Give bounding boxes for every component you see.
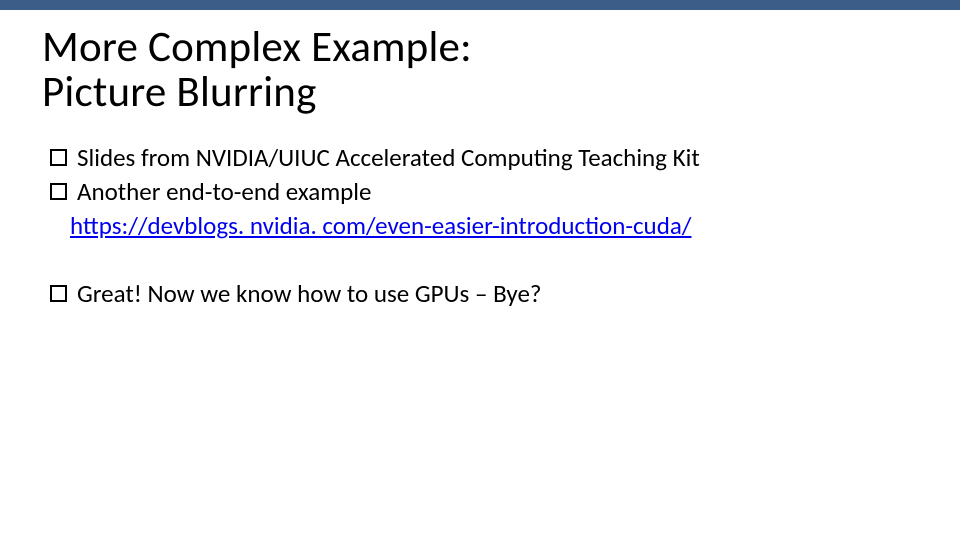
slide: More Complex Example: Picture Blurring S… (0, 0, 960, 540)
square-bullet-icon (50, 149, 67, 166)
reference-link[interactable]: https://devblogs. nvidia. com/even-easie… (50, 210, 920, 242)
spacer (50, 242, 920, 278)
square-bullet-icon (50, 183, 67, 200)
bullet-text: Great! Now we know how to use GPUs – Bye… (77, 278, 920, 310)
slide-title: More Complex Example: Picture Blurring (0, 10, 960, 114)
top-accent-bar (0, 0, 960, 10)
bullet-item: Slides from NVIDIA/UIUC Accelerated Comp… (50, 142, 920, 174)
slide-body: Slides from NVIDIA/UIUC Accelerated Comp… (0, 114, 960, 310)
bullet-text: Slides from NVIDIA/UIUC Accelerated Comp… (77, 142, 920, 174)
bullet-item: Great! Now we know how to use GPUs – Bye… (50, 278, 920, 310)
title-line-2: Picture Blurring (42, 65, 317, 118)
bullet-item: Another end-to-end example (50, 176, 920, 208)
square-bullet-icon (50, 285, 67, 302)
bullet-text: Another end-to-end example (77, 176, 920, 208)
